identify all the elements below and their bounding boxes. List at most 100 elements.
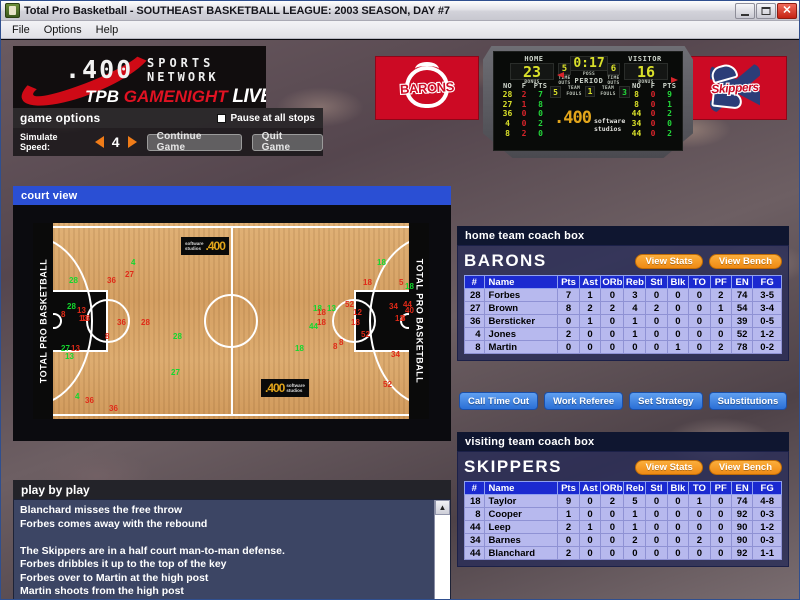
table-row[interactable]: 8 Cooper 1 0 0 1 0 0 0 0 92 0-3 (464, 507, 782, 521)
cell-ast: 0 (578, 546, 602, 560)
pause-at-all-stops-checkbox[interactable] (216, 113, 226, 123)
cell-fg: 3-5 (752, 288, 782, 302)
maximize-button[interactable] (756, 2, 776, 19)
call-time-out-button[interactable]: Call Time Out (459, 392, 539, 410)
cell-fg: 3-4 (752, 301, 782, 315)
cell-stl: 0 (645, 520, 668, 534)
cell-orb: 0 (600, 327, 625, 341)
column-header: Ast (578, 275, 602, 289)
cell-stl: 0 (645, 546, 668, 560)
cell-name: Forbes (483, 288, 559, 302)
cell-reb: 0 (623, 546, 647, 560)
cell-ast: 0 (578, 494, 602, 508)
cell-pf: 0 (709, 520, 732, 534)
title-bar: Total Pro Basketball - SOUTHEAST BASKETB… (1, 1, 799, 21)
cell-ast: 2 (578, 301, 602, 315)
column-header: ORb (600, 275, 625, 289)
table-row[interactable]: 27 Brown 8 2 2 4 2 0 0 1 54 3-4 (464, 301, 782, 315)
column-header: TO (688, 275, 711, 289)
column-header: Blk (666, 481, 690, 495)
play-by-play-scrollbar[interactable]: ▲ ▼ (434, 500, 450, 599)
court-player-marker: 12 (353, 308, 362, 317)
barons-crest-icon: BARONS (396, 62, 458, 114)
quit-game-button[interactable]: Quit Game (251, 131, 323, 153)
cell-orb: 2 (600, 494, 625, 508)
basketball-court[interactable]: TOTAL PRO BASKETBALL TOTAL PRO BASKETBAL… (33, 223, 429, 419)
table-header-row: # Name Pts Ast ORb Reb Stl Blk TO PF EN FG (464, 275, 782, 289)
continue-game-button[interactable]: Continue Game (146, 131, 242, 153)
cell-stl: 0 (645, 340, 668, 354)
column-header: Pts (557, 481, 580, 495)
game-stage: .400 SPORTS NETWORK TPB GAMENIGHT LIVE g… (1, 40, 799, 599)
cell-orb: 0 (600, 546, 625, 560)
away-view-bench-button[interactable]: View Bench (708, 459, 782, 475)
set-strategy-button[interactable]: Set Strategy (629, 392, 703, 410)
home-view-stats-button[interactable]: View Stats (635, 253, 703, 269)
column-header: PF (709, 481, 732, 495)
cell-en: 74 (730, 288, 754, 302)
court-player-marker: 52 (361, 330, 370, 339)
play-by-play-line (20, 531, 428, 545)
work-referee-button[interactable]: Work Referee (544, 392, 624, 410)
roster-fouls: 0 (650, 128, 656, 138)
table-row[interactable]: 18 Taylor 9 0 2 5 0 0 1 0 74 4-8 (464, 494, 782, 508)
minimize-button[interactable] (735, 2, 755, 19)
cell-name: Bersticker (483, 314, 559, 328)
table-row[interactable]: 44 Blanchard 2 0 0 0 0 0 0 0 92 1-1 (464, 546, 782, 560)
table-row[interactable]: 34 Barnes 0 0 0 2 0 0 2 0 90 0-3 (464, 533, 782, 547)
close-button[interactable]: ✕ (777, 2, 797, 19)
speed-increase-arrow-icon[interactable] (127, 136, 137, 148)
column-header: FG (752, 275, 782, 289)
cell-ast: 1 (578, 314, 602, 328)
speed-decrease-arrow-icon[interactable] (94, 136, 104, 148)
menu-help[interactable]: Help (89, 23, 126, 37)
column-header: ORb (600, 481, 625, 495)
table-row[interactable]: 8 Martin 0 0 0 0 0 1 0 2 78 0-2 (464, 340, 782, 354)
cell-pf: 0 (709, 327, 732, 341)
court-logo-400-bottom: .400 (265, 381, 285, 395)
column-header: Reb (623, 481, 647, 495)
cell-to: 0 (688, 288, 711, 302)
scoreboard-home-score: 23 (510, 63, 554, 81)
play-by-play-text: Blanchard misses the free throw Forbes co… (14, 500, 434, 599)
cell-to: 0 (688, 546, 711, 560)
court-view-body[interactable]: TOTAL PRO BASKETBALL TOTAL PRO BASKETBAL… (13, 205, 451, 441)
cell-blk: 0 (666, 507, 690, 521)
scoreboard-home-team-fouls-label: TEAM FOULS (566, 86, 582, 97)
cell-no: 28 (464, 288, 485, 302)
table-row[interactable]: 44 Leep 2 1 0 1 0 0 0 0 90 1-2 (464, 520, 782, 534)
cell-ast: 1 (578, 520, 602, 534)
home-coach-box-body: BARONS View Stats View Bench # Name Pts Ast… (457, 245, 789, 361)
cell-no: 44 (464, 520, 485, 534)
cell-en: 90 (730, 533, 754, 547)
cell-blk: 0 (666, 546, 690, 560)
cell-ast: 1 (578, 288, 602, 302)
home-view-bench-button[interactable]: View Bench (708, 253, 782, 269)
cell-fg: 4-8 (752, 494, 782, 508)
away-view-stats-button[interactable]: View Stats (635, 459, 703, 475)
roster-number: 8 (505, 128, 510, 138)
pause-at-all-stops-group[interactable]: Pause at all stops (216, 113, 315, 124)
court-side-text-right: TOTAL PRO BASKETBALL (409, 223, 429, 419)
court-center-logo-bottom: .400 software studios (261, 379, 309, 397)
table-row[interactable]: 36 Bersticker 0 1 0 1 0 0 0 0 39 0-5 (464, 314, 782, 328)
logo-400-text: .400 (65, 55, 134, 84)
cell-pf: 0 (709, 533, 732, 547)
scoreboard-visitor-timeouts: 6 (607, 63, 620, 75)
away-crest-label: Skippers (710, 79, 760, 98)
scroll-up-arrow-icon[interactable]: ▲ (435, 500, 450, 515)
court-player-marker: 36 (109, 404, 118, 413)
scoreboard-roster-row: 34 0 0 (627, 119, 679, 129)
court-player-marker: 4 (75, 392, 80, 401)
court-player-marker: 13 (327, 304, 336, 313)
roster-fouls: 2 (521, 90, 527, 100)
cell-pts: 0 (557, 340, 580, 354)
table-row[interactable]: 28 Forbes 7 1 0 3 0 0 0 2 74 3-5 (464, 288, 782, 302)
substitutions-button[interactable]: Substitutions (708, 392, 788, 410)
menu-options[interactable]: Options (37, 23, 89, 37)
game-options-panel: game options Pause at all stops Simulate… (13, 108, 323, 156)
table-row[interactable]: 4 Jones 2 0 0 1 0 0 0 0 52 1-2 (464, 327, 782, 341)
menu-file[interactable]: File (5, 23, 37, 37)
scoreboard-roster-row: 801 (627, 100, 679, 110)
court-player-marker: 28 (141, 318, 150, 327)
